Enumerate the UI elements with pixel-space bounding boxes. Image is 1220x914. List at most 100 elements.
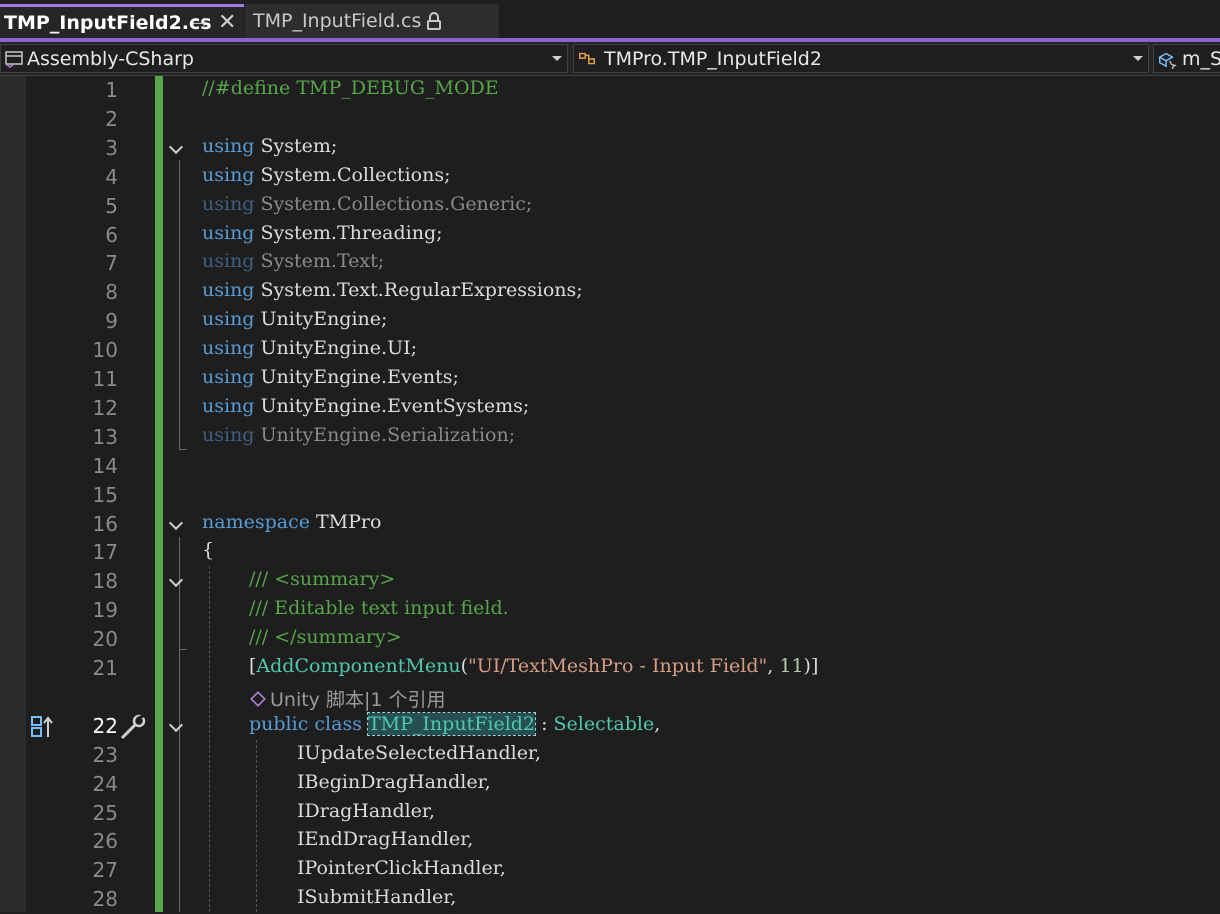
override-icon[interactable] xyxy=(30,715,58,739)
code-line[interactable]: 18 /// <summary> xyxy=(0,567,1220,596)
code-text: public class TMP_InputField2 : Selectabl… xyxy=(249,711,661,736)
fold-chevron-icon[interactable] xyxy=(168,717,184,732)
code-line[interactable]: 17 { xyxy=(0,538,1220,567)
code-text: IDragHandler, xyxy=(297,800,435,822)
code-token: UnityEngine.Serialization; xyxy=(254,423,516,446)
code-line[interactable]: 14 xyxy=(0,452,1220,481)
tab-label: TMP_InputField2.cs xyxy=(4,11,212,34)
code-token: using xyxy=(202,308,255,331)
code-text: /// Editable text input field. xyxy=(249,597,509,619)
code-token: { xyxy=(202,539,215,562)
code-line[interactable]: 3 using System; xyxy=(0,134,1220,163)
code-token: using xyxy=(202,192,255,215)
line-number: 3 xyxy=(105,135,118,160)
code-token: System; xyxy=(254,134,338,157)
code-text: IBeginDragHandler, xyxy=(297,771,491,793)
code-token: Selectable xyxy=(553,712,655,735)
chevron-down-icon xyxy=(552,56,562,61)
code-token: TMPro xyxy=(309,510,382,533)
code-token: namespace xyxy=(202,510,310,533)
code-line[interactable]: 24 IBeginDragHandler, xyxy=(0,770,1220,799)
code-line[interactable]: 21 [AddComponentMenu("UI/TextMeshPro - In… xyxy=(0,654,1220,683)
quick-actions-icon[interactable] xyxy=(118,713,148,741)
code-text: using System; xyxy=(202,135,337,157)
code-text: using UnityEngine.Serialization; xyxy=(202,424,515,446)
fold-chevron-icon[interactable] xyxy=(168,573,184,588)
code-token: IPointerClickHandler, xyxy=(297,857,506,880)
code-line[interactable]: 9 using UnityEngine; xyxy=(0,307,1220,336)
code-line[interactable]: 4 using System.Collections; xyxy=(0,163,1220,192)
class-icon xyxy=(579,52,595,65)
codelens-row: Unity 脚本|1 个引用 xyxy=(0,683,1220,712)
line-number: 17 xyxy=(92,540,118,565)
code-text: IUpdateSelectedHandler, xyxy=(297,742,541,764)
code-token: UnityEngine; xyxy=(254,308,388,331)
highlighted-symbol[interactable]: TMP_InputField2 xyxy=(366,711,537,736)
tab-tmp-inputfield2[interactable]: TMP_InputField2.cs ⊣ ✕ xyxy=(0,4,244,38)
code-token: "UI/TextMeshPro - Input Field" xyxy=(468,655,768,677)
code-editor[interactable]: 1//#define TMP_DEBUG_MODE 2 3 using System;… xyxy=(0,76,1220,912)
close-icon[interactable]: ✕ xyxy=(218,10,236,35)
code-token: using xyxy=(202,163,255,186)
code-text: //#define TMP_DEBUG_MODE xyxy=(202,77,499,99)
code-token: /// Editable text input field. xyxy=(249,597,509,620)
line-number: 6 xyxy=(105,222,118,247)
project-dropdown-label: Assembly-CSharp xyxy=(27,47,194,70)
line-number: 13 xyxy=(92,424,118,449)
project-icon xyxy=(5,51,23,68)
tab-tmp-inputfield[interactable]: TMP_InputField.cs xyxy=(245,4,499,38)
code-token: : xyxy=(535,712,554,735)
code-line[interactable]: 19 /// Editable text input field. xyxy=(0,596,1220,625)
line-number: 8 xyxy=(105,280,118,305)
code-token: /// <summary> xyxy=(249,568,396,591)
fold-chevron-icon[interactable] xyxy=(168,139,184,154)
code-token: using xyxy=(202,221,255,244)
code-token: IEndDragHandler, xyxy=(297,828,474,851)
field-icon xyxy=(1158,52,1177,69)
line-number: 1 xyxy=(105,78,118,102)
member-dropdown[interactable]: m_Sc xyxy=(1153,44,1220,73)
code-line[interactable]: 28 ISubmitHandler, xyxy=(0,885,1220,914)
code-text: { xyxy=(202,539,214,561)
code-token: /// </summary> xyxy=(249,626,402,649)
pin-icon[interactable]: ⊣ xyxy=(192,14,206,33)
line-number: 2 xyxy=(105,106,118,131)
code-line[interactable]: 7 using System.Text; xyxy=(0,249,1220,278)
project-dropdown[interactable]: Assembly-CSharp xyxy=(0,44,568,73)
code-line[interactable]: 26 IEndDragHandler, xyxy=(0,827,1220,856)
code-line[interactable]: 1 //#define TMP_DEBUG_MODE xyxy=(0,76,1220,105)
navigation-bar: Assembly-CSharp TMPro.TMP_InputField2 m_… xyxy=(0,42,1220,76)
code-line[interactable]: 23 IUpdateSelectedHandler, xyxy=(0,741,1220,770)
type-dropdown-label: TMPro.TMP_InputField2 xyxy=(604,47,822,70)
code-token: using xyxy=(202,423,255,446)
code-line[interactable]: 22 public class TMP_InputField2 : Selecta… xyxy=(0,711,1220,741)
code-line[interactable]: 13 using UnityEngine.Serialization; xyxy=(0,423,1220,452)
code-token: IBeginDragHandler, xyxy=(297,770,491,793)
code-text: namespace TMPro xyxy=(202,511,381,533)
code-line[interactable]: 8 using System.Text.RegularExpressions; xyxy=(0,278,1220,307)
code-token: 11 xyxy=(779,655,804,677)
code-line[interactable]: 11 using UnityEngine.Events; xyxy=(0,365,1220,394)
code-line[interactable]: 6 using System.Threading; xyxy=(0,221,1220,250)
code-line[interactable]: 10 using UnityEngine.UI; xyxy=(0,336,1220,365)
code-text: [AddComponentMenu("UI/TextMeshPro - Inpu… xyxy=(249,655,818,677)
code-token: public xyxy=(249,712,309,735)
line-number: 23 xyxy=(92,742,118,767)
type-dropdown[interactable]: TMPro.TMP_InputField2 xyxy=(573,44,1149,73)
code-token: using xyxy=(202,337,255,360)
fold-chevron-icon[interactable] xyxy=(168,515,184,530)
code-line[interactable]: 27 IPointerClickHandler, xyxy=(0,856,1220,885)
code-line[interactable]: 12 using UnityEngine.EventSystems; xyxy=(0,394,1220,423)
code-line[interactable]: 16 namespace TMPro xyxy=(0,510,1220,539)
codelens-references[interactable]: Unity 脚本|1 个引用 xyxy=(250,685,446,712)
code-line[interactable]: 5 using System.Collections.Generic; xyxy=(0,192,1220,221)
code-text: /// <summary> xyxy=(249,568,395,590)
code-token: System.Collections.Generic; xyxy=(254,192,533,215)
line-number: 27 xyxy=(92,858,118,883)
code-line[interactable]: 2 xyxy=(0,105,1220,134)
code-line[interactable]: 20 /// </summary> xyxy=(0,625,1220,654)
code-token: , xyxy=(654,712,661,735)
code-line[interactable]: 15 xyxy=(0,481,1220,510)
code-line[interactable]: 25 IDragHandler, xyxy=(0,799,1220,828)
line-number: 21 xyxy=(92,656,118,680)
